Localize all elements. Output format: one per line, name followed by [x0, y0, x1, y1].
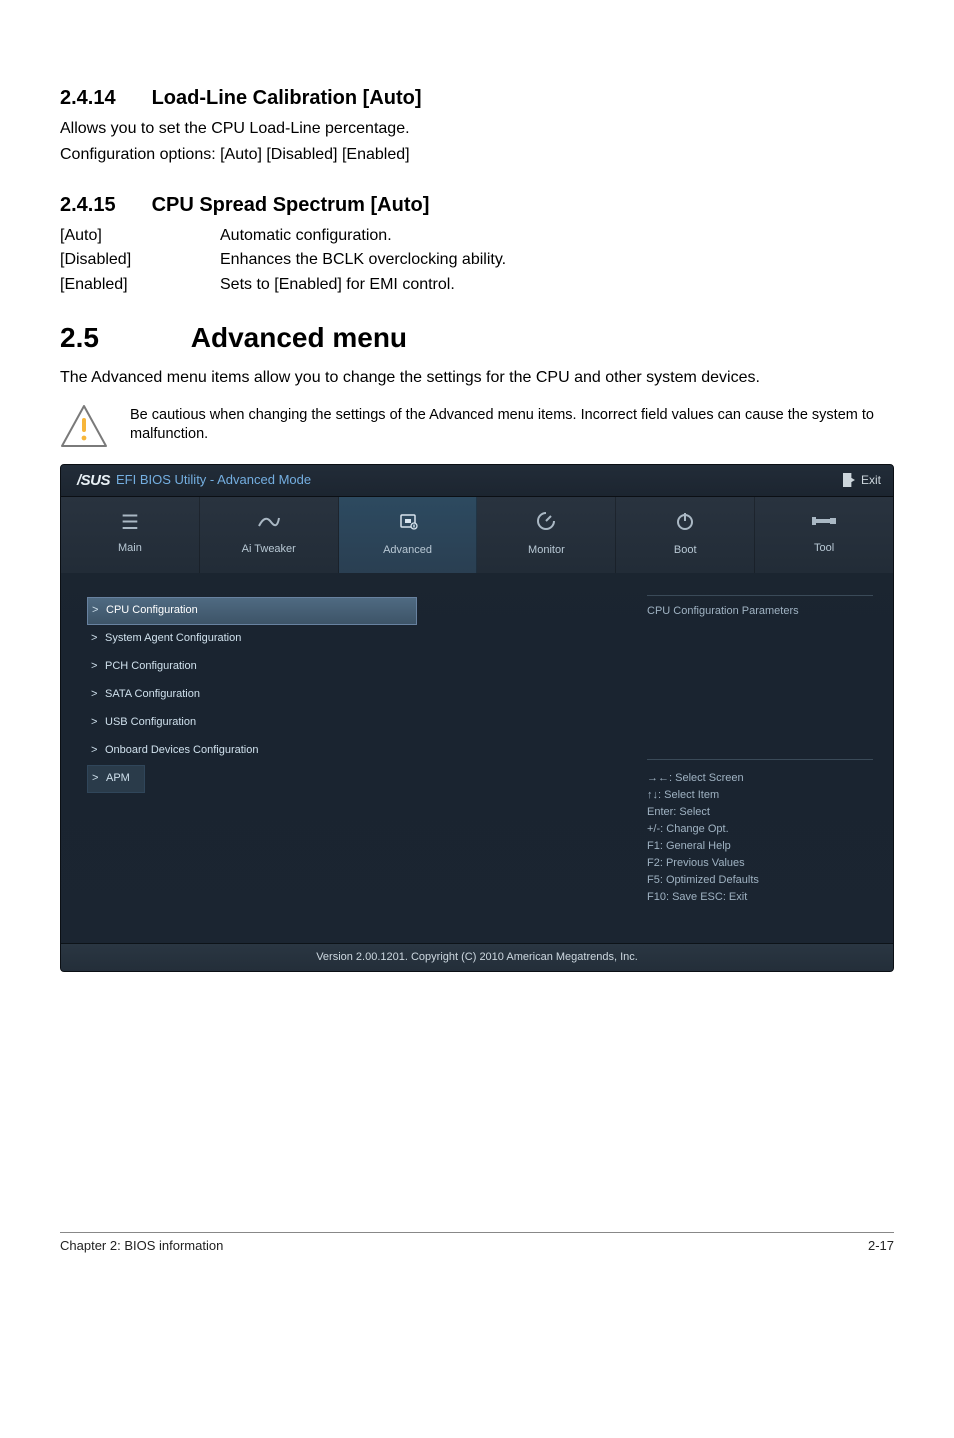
chevron-right-icon: >	[91, 715, 101, 730]
help-line: +/-: Change Opt.	[647, 821, 873, 838]
heading-title: Advanced menu	[191, 322, 407, 353]
menu-item-system-agent[interactable]: > System Agent Configuration	[87, 625, 613, 653]
menu-item-label: USB Configuration	[105, 715, 196, 730]
help-line: F2: Previous Values	[647, 855, 873, 872]
info-panel-title: CPU Configuration Parameters	[647, 604, 873, 619]
option-key: [Enabled]	[60, 274, 220, 296]
menu-item-label: Onboard Devices Configuration	[105, 743, 258, 758]
heading-number: 2.5	[60, 318, 184, 357]
menu-item-usb[interactable]: > USB Configuration	[87, 709, 613, 737]
chip-icon	[397, 511, 419, 535]
bios-header: /SUS EFI BIOS Utility - Advanced Mode Ex…	[61, 465, 893, 497]
heading-number: 2.4.15	[60, 191, 146, 219]
option-value: Sets to [Enabled] for EMI control.	[220, 274, 894, 296]
chevron-right-icon: >	[91, 687, 101, 702]
warning-icon	[60, 404, 108, 448]
tab-label: Advanced	[383, 543, 432, 558]
help-line: ↑↓: Select Item	[647, 787, 873, 804]
help-line: F10: Save ESC: Exit	[647, 889, 873, 906]
tool-icon	[812, 513, 836, 533]
chevron-right-icon: >	[91, 631, 101, 646]
heading-2-4-14: 2.4.14 Load-Line Calibration [Auto]	[60, 84, 894, 112]
menu-item-label: System Agent Configuration	[105, 631, 241, 646]
bios-header-text: EFI BIOS Utility - Advanced Mode	[116, 471, 311, 489]
footer-right: 2-17	[868, 1237, 894, 1255]
chevron-right-icon: >	[92, 771, 102, 786]
tab-label: Main	[118, 541, 142, 556]
option-key: [Disabled]	[60, 249, 220, 271]
exit-label: Exit	[861, 472, 881, 489]
menu-item-label: APM	[106, 771, 130, 786]
heading-title: Load-Line Calibration [Auto]	[152, 87, 422, 109]
help-line: F5: Optimized Defaults	[647, 872, 873, 889]
info-panel: CPU Configuration Parameters	[647, 595, 873, 745]
footer-left: Chapter 2: BIOS information	[60, 1237, 223, 1255]
tab-advanced[interactable]: Advanced	[339, 497, 478, 573]
chevron-right-icon: >	[91, 743, 101, 758]
menu-item-cpu-configuration[interactable]: > CPU Configuration	[87, 597, 417, 625]
tab-label: Tool	[814, 541, 834, 556]
list-icon: ☰	[121, 513, 139, 533]
menu-item-sata[interactable]: > SATA Configuration	[87, 681, 613, 709]
help-panel: →←: Select Screen ↑↓: Select Item Enter:…	[647, 759, 873, 926]
body-text: Allows you to set the CPU Load-Line perc…	[60, 118, 894, 140]
menu-item-apm[interactable]: > APM	[87, 765, 145, 793]
menu-item-label: SATA Configuration	[105, 687, 200, 702]
tab-monitor[interactable]: Monitor	[477, 497, 616, 573]
exit-button[interactable]: Exit	[843, 472, 881, 489]
help-line: F1: General Help	[647, 838, 873, 855]
bios-right-panel: CPU Configuration Parameters →←: Select …	[633, 573, 893, 943]
option-row: [Auto] Automatic configuration.	[60, 225, 894, 247]
option-key: [Auto]	[60, 225, 220, 247]
help-line: →←: Select Screen	[647, 770, 873, 787]
option-row: [Disabled] Enhances the BCLK overclockin…	[60, 249, 894, 271]
warning-box: Be cautious when changing the settings o…	[60, 404, 894, 448]
heading-title: CPU Spread Spectrum [Auto]	[152, 194, 430, 216]
bios-title: /SUS EFI BIOS Utility - Advanced Mode	[77, 470, 311, 491]
menu-item-pch[interactable]: > PCH Configuration	[87, 653, 613, 681]
tab-label: Boot	[674, 543, 697, 558]
menu-item-label: CPU Configuration	[106, 603, 198, 618]
heading-number: 2.4.14	[60, 84, 146, 112]
page-footer: Chapter 2: BIOS information 2-17	[60, 1232, 894, 1255]
body-text: Configuration options: [Auto] [Disabled]…	[60, 144, 894, 166]
tab-tool[interactable]: Tool	[755, 497, 893, 573]
menu-item-label: PCH Configuration	[105, 659, 197, 674]
body-text: The Advanced menu items allow you to cha…	[60, 367, 894, 389]
tab-label: Ai Tweaker	[242, 542, 296, 557]
warning-text: Be cautious when changing the settings o…	[130, 404, 894, 445]
help-line: Enter: Select	[647, 804, 873, 821]
menu-item-onboard-devices[interactable]: > Onboard Devices Configuration	[87, 737, 613, 765]
bios-tabs: ☰ Main Ai Tweaker Advanced Monitor Boo	[61, 497, 893, 573]
monitor-icon	[535, 511, 557, 535]
asus-logo: /SUS	[77, 470, 110, 491]
tab-main[interactable]: ☰ Main	[61, 497, 200, 573]
option-value: Enhances the BCLK overclocking ability.	[220, 249, 894, 271]
heading-2-4-15: 2.4.15 CPU Spread Spectrum [Auto]	[60, 191, 894, 219]
heading-2-5: 2.5 Advanced menu	[60, 318, 894, 357]
bios-body: > CPU Configuration > System Agent Confi…	[61, 573, 893, 943]
tab-boot[interactable]: Boot	[616, 497, 755, 573]
power-icon	[675, 511, 695, 535]
exit-icon	[843, 473, 855, 487]
chevron-right-icon: >	[92, 603, 102, 618]
option-value: Automatic configuration.	[220, 225, 894, 247]
chevron-right-icon: >	[91, 659, 101, 674]
bios-screenshot: /SUS EFI BIOS Utility - Advanced Mode Ex…	[60, 464, 894, 972]
option-row: [Enabled] Sets to [Enabled] for EMI cont…	[60, 274, 894, 296]
bios-footer: Version 2.00.1201. Copyright (C) 2010 Am…	[61, 943, 893, 971]
tab-label: Monitor	[528, 543, 565, 558]
tab-ai-tweaker[interactable]: Ai Tweaker	[200, 497, 339, 573]
tweaker-icon	[257, 512, 281, 534]
bios-menu-list: > CPU Configuration > System Agent Confi…	[61, 573, 633, 943]
